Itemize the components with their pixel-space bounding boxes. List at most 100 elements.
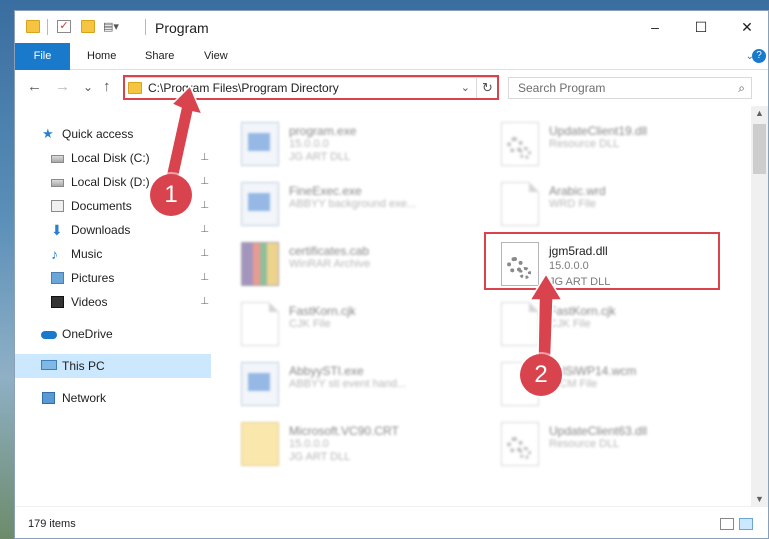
downloads-icon: ⬇ [51, 222, 63, 238]
properties-icon[interactable]: ✓ [57, 20, 71, 33]
close-button[interactable]: ✕ [724, 11, 768, 43]
gear-file-icon [501, 122, 539, 166]
file-item[interactable]: UpdateClient19.dll Resource DLL [491, 116, 731, 172]
pin-icon: ⊥ [200, 224, 209, 235]
file-type: WinRAR Archive [289, 258, 371, 270]
sidebar-item-videos[interactable]: Videos ⊥ [15, 290, 211, 314]
gear-file-icon [501, 422, 539, 466]
file-item[interactable]: Arabic.wrd WRD File [491, 176, 731, 232]
sidebar-item-label: Network [62, 391, 107, 405]
up-button[interactable]: ↑ [103, 78, 111, 95]
file-name: program.exe [289, 124, 357, 138]
file-name: Microsoft.VC90.CRT [289, 424, 399, 438]
tab-share[interactable]: Share [145, 43, 174, 70]
help-icon[interactable]: ? [752, 49, 766, 63]
minimize-button[interactable]: – [632, 11, 678, 43]
details-view-icon[interactable] [720, 518, 734, 530]
pin-icon: ⊥ [200, 176, 209, 187]
sidebar-item-label: Videos [71, 295, 108, 309]
this-pc-icon [41, 360, 57, 370]
network-icon [42, 392, 55, 404]
star-icon: ★ [42, 126, 54, 141]
exe-icon [241, 122, 279, 166]
tab-view[interactable]: View [204, 43, 228, 70]
videos-icon [51, 296, 64, 308]
search-box[interactable]: Search Program ⌕ [508, 77, 752, 99]
window-title: Program [155, 20, 209, 36]
sidebar-item-network[interactable]: Network [15, 386, 211, 410]
sidebar-item-downloads[interactable]: ⬇ Downloads ⊥ [15, 218, 211, 242]
sidebar-item-pictures[interactable]: Pictures ⊥ [15, 266, 211, 290]
file-type: CJK File [289, 318, 331, 330]
divider [47, 19, 48, 35]
documents-icon [51, 200, 64, 212]
file-name: certificates.cab [289, 244, 370, 258]
file-description: JG ART DLL [289, 151, 351, 163]
scroll-up-icon[interactable]: ▲ [755, 108, 764, 118]
pin-icon: ⊥ [200, 200, 209, 211]
exe-icon [241, 362, 279, 406]
status-bar: 179 items [15, 506, 768, 538]
file-name: FastKorn.cjk [289, 304, 356, 318]
file-item[interactable]: certificates.cab WinRAR Archive [231, 236, 471, 292]
sidebar-item-label: Local Disk (C:) [71, 151, 150, 165]
sidebar-item-quick-access[interactable]: ★ Quick access [15, 122, 211, 146]
sidebar-item-label: Pictures [71, 271, 115, 285]
new-folder-icon[interactable] [81, 20, 95, 33]
file-item[interactable]: FineExec.exe ABBYY background exe... [231, 176, 471, 232]
sidebar-item-label: Music [71, 247, 103, 261]
file-type: ABBYY background exe... [289, 198, 416, 210]
pin-icon: ⊥ [200, 152, 209, 163]
sidebar-item-onedrive[interactable]: OneDrive [15, 322, 211, 346]
tab-home[interactable]: Home [87, 43, 116, 70]
sidebar-item-label: OneDrive [62, 327, 113, 341]
scroll-down-icon[interactable]: ▼ [755, 494, 764, 504]
pin-icon: ⊥ [200, 248, 209, 259]
file-item[interactable]: UpdateClient63.dll Resource DLL [491, 416, 731, 472]
file-description: JG ART DLL [289, 451, 351, 463]
address-highlight-box [123, 75, 499, 100]
generic-file-icon [501, 302, 539, 346]
sidebar-item-label: Local Disk (D:) [71, 175, 150, 189]
file-name: UpdateClient63.dll [549, 424, 648, 438]
folder-icon[interactable] [26, 20, 40, 33]
file-item[interactable]: FastKorn.cjk CJK File [231, 296, 471, 352]
recent-locations-button[interactable]: ⌄ [83, 80, 93, 94]
back-button[interactable]: ← [27, 78, 42, 95]
sidebar-item-this-pc[interactable]: This PC [15, 354, 211, 378]
file-version: 15.0.0.0 [289, 138, 329, 150]
file-name: UpdateClient19.dll [549, 124, 648, 138]
file-type: WRD File [549, 198, 597, 210]
file-item[interactable]: program.exe 15.0.0.0 JG ART DLL [231, 116, 471, 172]
ribbon-tabs: File Home Share View ⌄ ? [15, 43, 768, 70]
search-input[interactable]: Search Program [518, 81, 605, 95]
drive-icon [51, 179, 64, 187]
forward-button[interactable]: → [55, 78, 70, 95]
sidebar-item-local-disk-c[interactable]: Local Disk (C:) ⊥ [15, 146, 211, 170]
folder-file-icon [241, 422, 279, 466]
tab-file[interactable]: File [15, 43, 70, 70]
exe-icon [241, 182, 279, 226]
file-item[interactable]: AbbyySTI.exe ABBYY sti event hand... [231, 356, 471, 412]
pin-icon: ⊥ [200, 272, 209, 283]
tiles-view-icon[interactable] [739, 518, 753, 530]
drive-icon [51, 155, 64, 163]
customize-toolbar-icon[interactable]: ▤▾ [103, 20, 125, 33]
file-item[interactable]: FastKorn.cjk CJK File [491, 296, 731, 352]
file-name: ItalSiWP14.wcm [549, 364, 637, 378]
explorer-window: ✓ ▤▾ Program – ☐ ✕ File Home Share View … [14, 10, 769, 539]
maximize-button[interactable]: ☐ [678, 11, 724, 43]
vertical-scrollbar[interactable]: ▲ ▼ [751, 106, 768, 506]
file-type: ABBYY sti event hand... [289, 378, 407, 390]
step-2-marker: 2 [520, 354, 562, 396]
file-list: program.exe 15.0.0.0 JG ART DLL UpdateCl… [211, 106, 751, 506]
sidebar-item-music[interactable]: ♪ Music ⊥ [15, 242, 211, 266]
sidebar-item-label: Documents [71, 199, 132, 213]
title-bar: ✓ ▤▾ Program – ☐ ✕ [15, 11, 768, 43]
file-item[interactable]: Microsoft.VC90.CRT 15.0.0.0 JG ART DLL [231, 416, 471, 472]
search-icon[interactable]: ⌕ [738, 81, 745, 96]
file-name: FastKorn.cjk [549, 304, 616, 318]
scrollbar-thumb[interactable] [753, 124, 766, 174]
music-icon: ♪ [51, 246, 58, 262]
onedrive-icon [41, 331, 57, 339]
